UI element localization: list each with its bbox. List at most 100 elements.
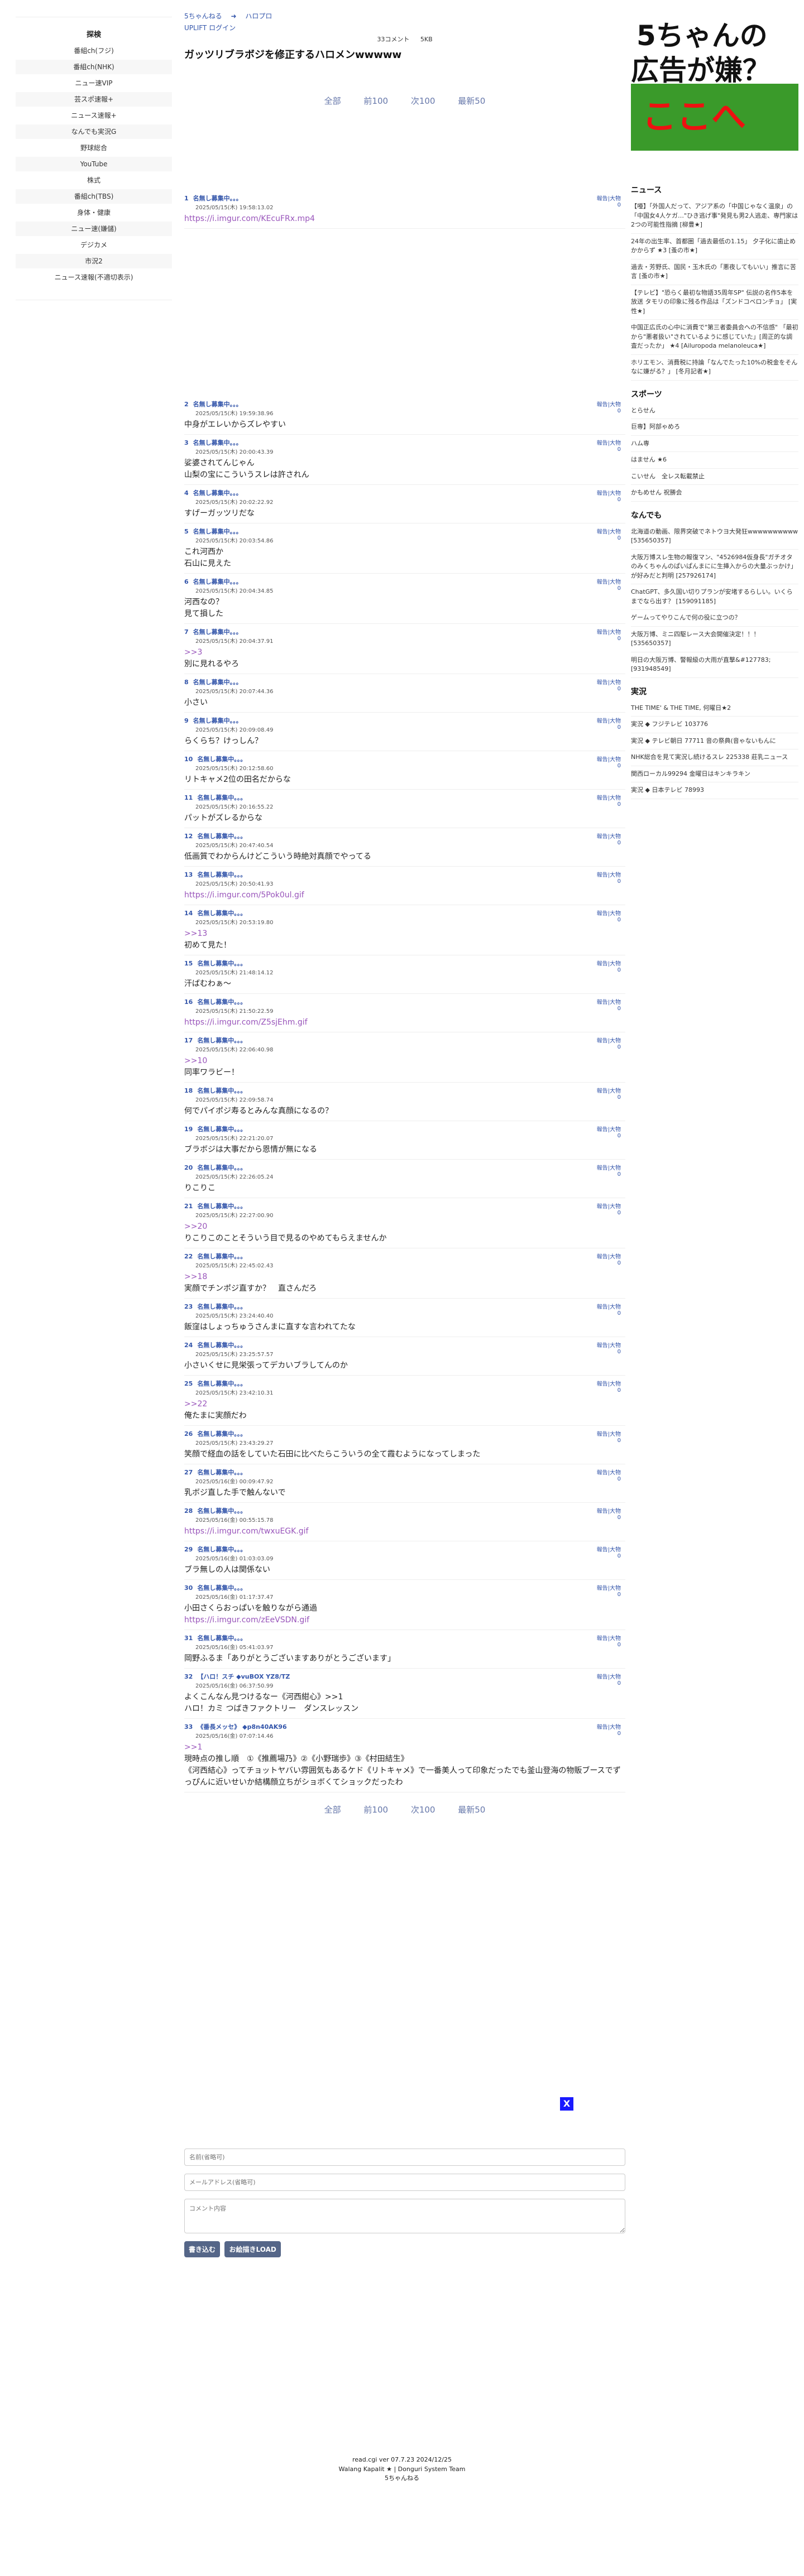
bigshot-link[interactable]: 大物 xyxy=(610,579,621,585)
bigshot-link[interactable]: 大物 xyxy=(610,1431,621,1438)
report-link[interactable]: 報告 xyxy=(597,1381,608,1387)
post-number[interactable]: 29 xyxy=(184,1546,193,1553)
post-number[interactable]: 12 xyxy=(184,833,193,840)
post-number[interactable]: 22 xyxy=(184,1253,193,1260)
post-number[interactable]: 27 xyxy=(184,1469,193,1476)
comment-textarea[interactable] xyxy=(184,2199,625,2233)
nav-latest-link[interactable]: 最新50 xyxy=(458,96,485,106)
nav-next-link[interactable]: 次100 xyxy=(411,1805,436,1815)
post-number[interactable]: 32 xyxy=(184,1673,193,1680)
bigshot-link[interactable]: 大物 xyxy=(610,402,621,408)
sidebar-board-link[interactable]: 番組ch(TBS) xyxy=(16,189,172,204)
report-link[interactable]: 報告 xyxy=(597,795,608,801)
bigshot-link[interactable]: 大物 xyxy=(610,872,621,878)
sidebar-board-link[interactable]: 野球総合 xyxy=(16,141,172,155)
post-number[interactable]: 28 xyxy=(184,1507,193,1515)
bigshot-link[interactable]: 大物 xyxy=(610,1508,621,1515)
report-link[interactable]: 報告 xyxy=(597,718,608,724)
side-live-link[interactable]: 実況 ◆ フジテレビ 103776 xyxy=(631,717,798,733)
nav-all-link[interactable]: 全部 xyxy=(324,96,341,106)
report-link[interactable]: 報告 xyxy=(597,1038,608,1044)
bigshot-link[interactable]: 大物 xyxy=(610,1343,621,1349)
close-ad-button[interactable]: X xyxy=(560,2097,573,2111)
post-image-link[interactable]: https://i.imgur.com/5Pok0ul.gif xyxy=(184,891,304,900)
report-link[interactable]: 報告 xyxy=(597,1674,608,1680)
bigshot-link[interactable]: 大物 xyxy=(610,529,621,535)
report-link[interactable]: 報告 xyxy=(597,680,608,686)
post-number[interactable]: 31 xyxy=(184,1635,193,1642)
bigshot-link[interactable]: 大物 xyxy=(610,1724,621,1731)
report-link[interactable]: 報告 xyxy=(597,1508,608,1515)
side-news-link[interactable]: 過去・芳野氏、国民・玉木氏の「悪夜してもいい」推言に苦言 [蚤の市★] xyxy=(631,259,798,285)
reply-anchor-link[interactable]: >>22 xyxy=(184,1398,625,1410)
post-number[interactable]: 8 xyxy=(184,679,189,686)
side-sports-link[interactable]: こいせん 全レス転載禁止 xyxy=(631,469,798,485)
post-image-link[interactable]: https://i.imgur.com/zEeVSDN.gif xyxy=(184,1616,309,1625)
bigshot-link[interactable]: 大物 xyxy=(610,440,621,446)
bigshot-link[interactable]: 大物 xyxy=(610,1204,621,1210)
side-news-link[interactable]: 【テレビ】"恐らく最初な物語35周年SP" 伝説の名作5本を放送 タモリの印象に… xyxy=(631,285,798,320)
report-link[interactable]: 報告 xyxy=(597,491,608,497)
report-link[interactable]: 報告 xyxy=(597,1127,608,1133)
sidebar-board-link[interactable]: 株式 xyxy=(16,173,172,188)
post-number[interactable]: 14 xyxy=(184,910,193,917)
report-link[interactable]: 報告 xyxy=(597,440,608,446)
bigshot-link[interactable]: 大物 xyxy=(610,1470,621,1476)
report-link[interactable]: 報告 xyxy=(597,579,608,585)
side-misc-link[interactable]: 北海道の動画、限界突破でネトウヨ大発狂wwwwwwwwww [535650357… xyxy=(631,524,798,550)
side-sports-link[interactable]: ハム専 xyxy=(631,436,798,452)
side-news-link[interactable]: ホリエモン、消費税に持論「なんでたった10%の税金をそんなに嫌がる？」 [冬月記… xyxy=(631,355,798,381)
sidebar-board-link[interactable]: 市況2 xyxy=(16,254,172,268)
post-number[interactable]: 33 xyxy=(184,1723,193,1731)
side-sports-link[interactable]: 巨専】阿部ゃめろ xyxy=(631,419,798,436)
bigshot-link[interactable]: 大物 xyxy=(610,1636,621,1642)
side-live-link[interactable]: 関西ローカル99294 金曜日はキンキラキン xyxy=(631,766,798,782)
report-link[interactable]: 報告 xyxy=(597,629,608,636)
sidebar-board-link[interactable]: 番組ch(NHK) xyxy=(16,60,172,74)
sidebar-board-link[interactable]: 身体・健康 xyxy=(16,205,172,220)
post-number[interactable]: 23 xyxy=(184,1303,193,1310)
side-news-link[interactable]: 24年の出生率、首都圏「過去最低の1.15」 夕子化に歯止めかからず ★3 [蚤… xyxy=(631,234,798,259)
bigshot-link[interactable]: 大物 xyxy=(610,795,621,801)
bigshot-link[interactable]: 大物 xyxy=(610,196,621,202)
report-link[interactable]: 報告 xyxy=(597,1636,608,1642)
bigshot-link[interactable]: 大物 xyxy=(610,1547,621,1553)
side-sports-link[interactable]: はません ★6 xyxy=(631,452,798,469)
side-news-link[interactable]: 【唖】「外国人だって、アジア系の「中国じゃなく温泉」の「中国女4人ケガ…"ひき逃… xyxy=(631,199,798,234)
uplift-login-link[interactable]: UPLIFT ログイン xyxy=(184,23,625,32)
post-number[interactable]: 3 xyxy=(184,439,189,446)
post-number[interactable]: 19 xyxy=(184,1126,193,1133)
side-live-link[interactable]: NHK総合を見て実況し続けるスレ 225338 莊乳ニュース xyxy=(631,749,798,766)
report-link[interactable]: 報告 xyxy=(597,999,608,1006)
side-news-link[interactable]: 中国正広氏の心中に消費で"第三者委員会への不信感" 「最初から"悪者扱い"されて… xyxy=(631,320,798,355)
post-number[interactable]: 13 xyxy=(184,871,193,878)
report-link[interactable]: 報告 xyxy=(597,1470,608,1476)
sidebar-board-link[interactable]: ニュース速報+ xyxy=(16,108,172,123)
nav-latest-link[interactable]: 最新50 xyxy=(458,1805,485,1815)
bigshot-link[interactable]: 大物 xyxy=(610,757,621,763)
bigshot-link[interactable]: 大物 xyxy=(610,1381,621,1387)
post-image-link[interactable]: https://i.imgur.com/Z5sjEhm.gif xyxy=(184,1018,308,1027)
sidebar-board-link[interactable]: ニュース速報(不適切表示) xyxy=(16,270,172,285)
side-misc-link[interactable]: 明日の大阪万博、警報級の大雨が直撃&#127783; [931948549] xyxy=(631,652,798,678)
bigshot-link[interactable]: 大物 xyxy=(610,1304,621,1310)
report-link[interactable]: 報告 xyxy=(597,1724,608,1731)
bigshot-link[interactable]: 大物 xyxy=(610,1127,621,1133)
report-link[interactable]: 報告 xyxy=(597,961,608,967)
bigshot-link[interactable]: 大物 xyxy=(610,961,621,967)
sidebar-board-link[interactable]: ニュー速VIP xyxy=(16,76,172,90)
post-number[interactable]: 7 xyxy=(184,628,189,636)
post-number[interactable]: 9 xyxy=(184,717,189,724)
bigshot-link[interactable]: 大物 xyxy=(610,680,621,686)
report-link[interactable]: 報告 xyxy=(597,1254,608,1260)
report-link[interactable]: 報告 xyxy=(597,1547,608,1553)
report-link[interactable]: 報告 xyxy=(597,1204,608,1210)
bigshot-link[interactable]: 大物 xyxy=(610,491,621,497)
sidebar-board-link[interactable]: 番組ch(フジ) xyxy=(16,44,172,58)
post-number[interactable]: 30 xyxy=(184,1584,193,1592)
reply-anchor-link[interactable]: >>13 xyxy=(184,928,625,940)
post-number[interactable]: 21 xyxy=(184,1203,193,1210)
bigshot-link[interactable]: 大物 xyxy=(610,718,621,724)
sidebar-board-link[interactable]: デジカメ xyxy=(16,238,172,252)
name-input[interactable] xyxy=(184,2149,625,2166)
